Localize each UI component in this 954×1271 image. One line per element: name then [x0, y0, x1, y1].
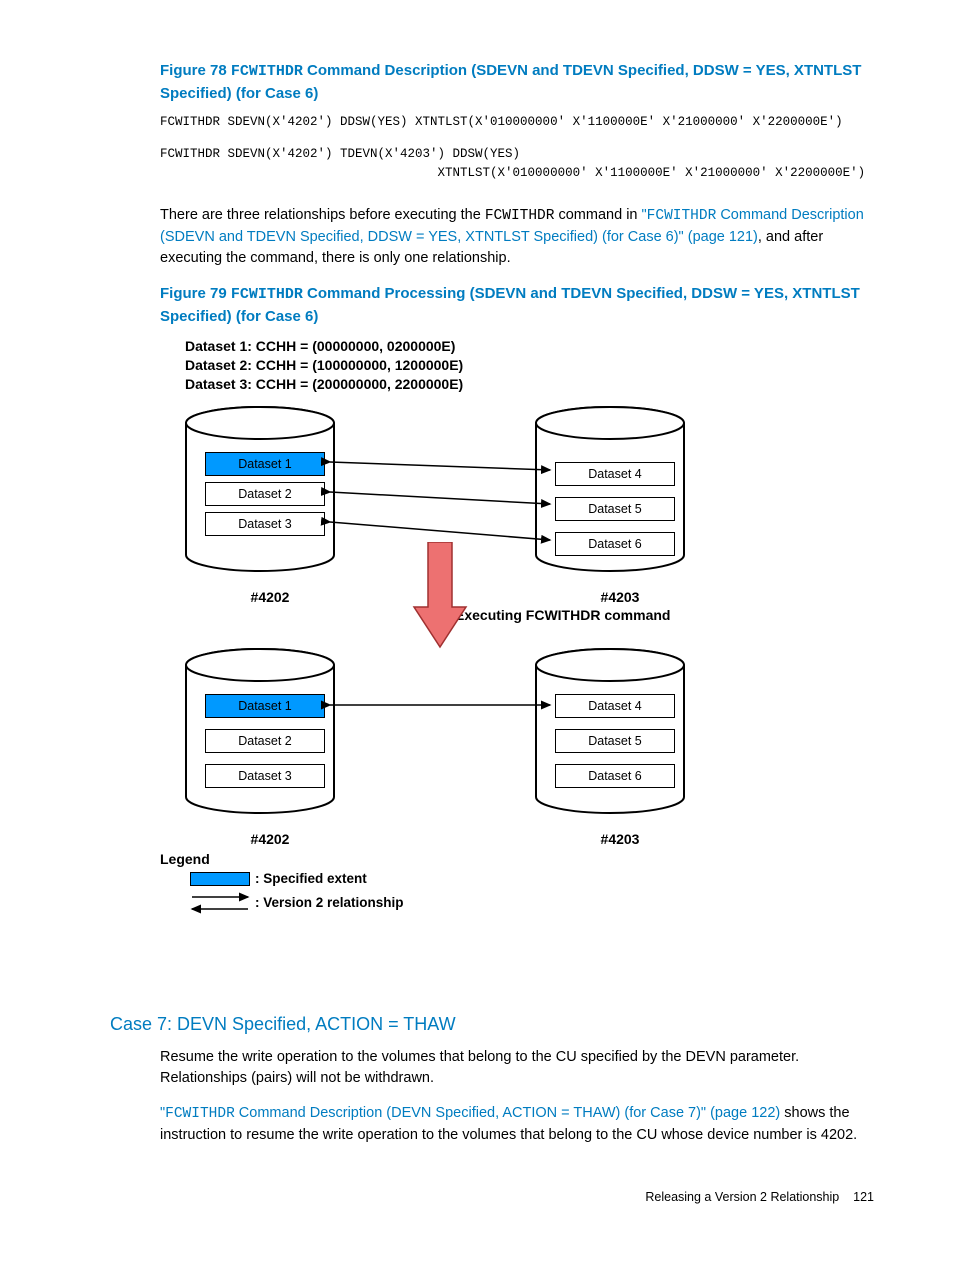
fig79-diagram: Dataset 1: CCHH = (00000000, 0200000E) D… — [160, 337, 760, 987]
figure-78-title: Figure 78 FCWITHDR Command Description (… — [160, 60, 874, 105]
para1-link-cmd: FCWITHDR — [647, 208, 717, 224]
bot-ds2-box: Dataset 2 — [205, 729, 325, 753]
legend-spec-swatch — [190, 872, 250, 886]
top-ds2-box: Dataset 2 — [205, 482, 325, 506]
fig78-prefix: Figure 78 — [160, 62, 231, 79]
para1-t1: There are three relationships before exe… — [160, 207, 485, 223]
bot-ds1-box: Dataset 1 — [205, 694, 325, 718]
top-ds3-box: Dataset 3 — [205, 512, 325, 536]
legend-title: Legend — [160, 849, 210, 869]
top-ds6-box: Dataset 6 — [555, 532, 675, 556]
bot-label-4202: #4202 — [230, 829, 310, 849]
fig78-code1: FCWITHDR SDEVN(X'4202') DDSW(YES) XTNTLS… — [160, 113, 874, 132]
legend-spec-text: : Specified extent — [255, 869, 367, 889]
bot-ds5-box: Dataset 5 — [555, 729, 675, 753]
legend-v2-arrows — [190, 891, 255, 915]
case7-p2-wrap: "FCWITHDR Command Description (DEVN Spec… — [160, 1103, 874, 1146]
para1-t2: command in — [554, 207, 641, 223]
bot-ds6-box: Dataset 6 — [555, 764, 675, 788]
diagram-header: Dataset 1: CCHH = (00000000, 0200000E) D… — [185, 337, 463, 394]
top-arrows — [320, 452, 560, 552]
top-ds5-box: Dataset 5 — [555, 497, 675, 521]
top-label-4202: #4202 — [230, 587, 310, 607]
fig79-cmd: FCWITHDR — [231, 286, 303, 303]
fig79-prefix: Figure 79 — [160, 285, 231, 302]
case7-heading: Case 7: DEVN Specified, ACTION = THAW — [110, 1011, 874, 1037]
figure-79-title: Figure 79 FCWITHDR Command Processing (S… — [160, 283, 874, 328]
page-footer: Releasing a Version 2 Relationship 121 — [110, 1188, 874, 1206]
top-ds4-box: Dataset 4 — [555, 462, 675, 486]
footer-text: Releasing a Version 2 Relationship — [645, 1190, 839, 1204]
header-l3: Dataset 3: CCHH = (200000000, 2200000E) — [185, 375, 463, 394]
bot-ds4-box: Dataset 4 — [555, 694, 675, 718]
legend-v2-text: : Version 2 relationship — [255, 893, 404, 913]
footer-page: 121 — [853, 1190, 874, 1204]
case7-link[interactable]: "FCWITHDR Command Description (DEVN Spec… — [160, 1105, 780, 1121]
big-arrow-icon — [410, 542, 470, 652]
top-ds1-box: Dataset 1 — [205, 452, 325, 476]
bot-ds3-box: Dataset 3 — [205, 764, 325, 788]
para1: There are three relationships before exe… — [160, 205, 874, 269]
case7-link-text: Command Description (DEVN Specified, ACT… — [235, 1105, 780, 1121]
bot-label-4203: #4203 — [580, 829, 660, 849]
bottom-arrow — [320, 697, 560, 717]
header-l2: Dataset 2: CCHH = (100000000, 1200000E) — [185, 356, 463, 375]
case7-p1: Resume the write operation to the volume… — [160, 1047, 874, 1089]
header-l1: Dataset 1: CCHH = (00000000, 0200000E) — [185, 337, 463, 356]
fig78-cmd: FCWITHDR — [231, 63, 303, 80]
case7-link-cmd: FCWITHDR — [165, 1106, 235, 1122]
fig78-code2: FCWITHDR SDEVN(X'4202') TDEVN(X'4203') D… — [160, 145, 874, 183]
para1-cmd: FCWITHDR — [485, 208, 555, 224]
exec-label: Executing FCWITHDR command — [455, 605, 670, 625]
